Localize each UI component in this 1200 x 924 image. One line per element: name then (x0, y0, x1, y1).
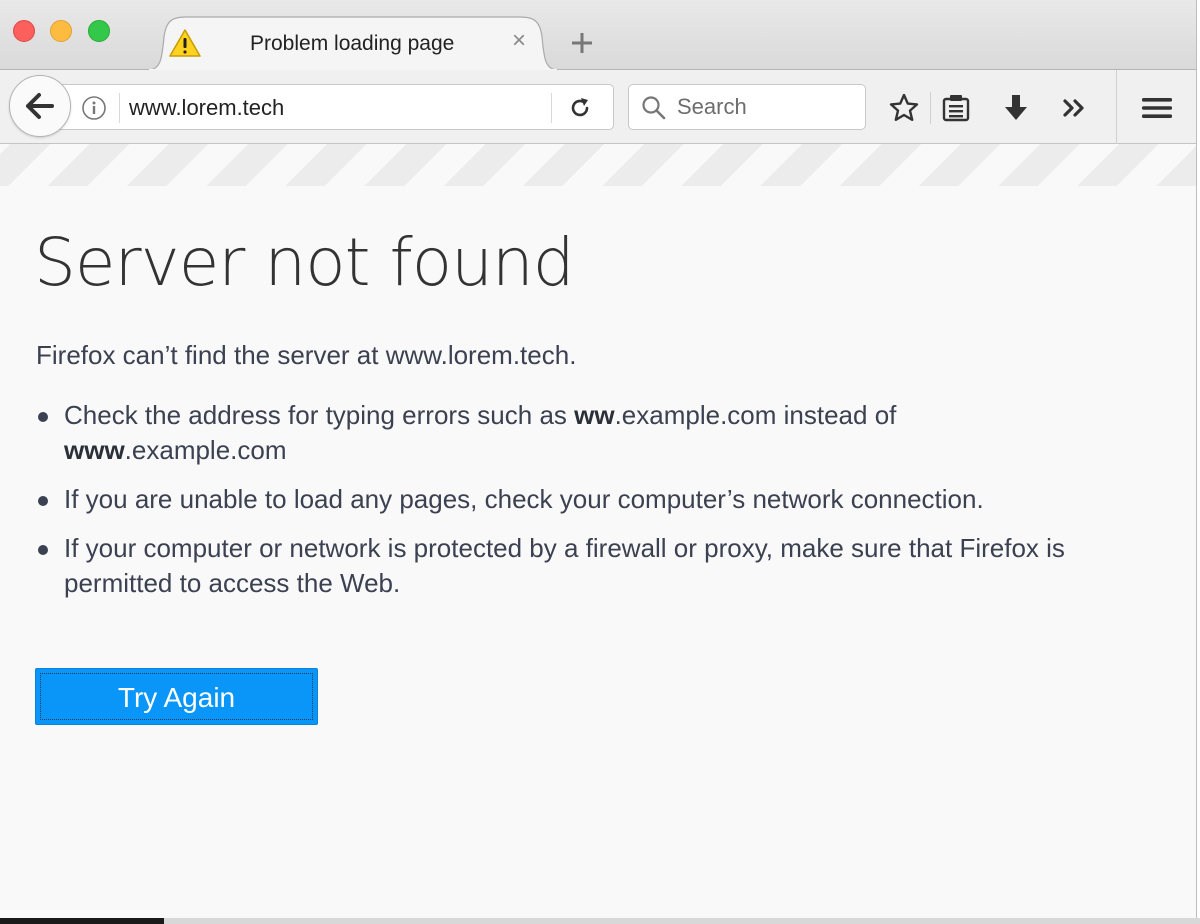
search-input[interactable] (677, 91, 857, 123)
url-bar[interactable]: www.lorem.tech (40, 84, 614, 130)
error-title: Server not found (34, 224, 575, 301)
search-icon (642, 96, 666, 120)
error-page: Server not found Firefox can’t find the … (0, 186, 1196, 918)
bullet1-post: .example.com (124, 435, 287, 465)
overflow-chevron-icon[interactable] (1060, 92, 1092, 124)
toolbar-separator (930, 92, 931, 124)
error-stripe-banner (0, 144, 1196, 186)
bullet2-text: If you are unable to load any pages, che… (64, 484, 984, 514)
info-icon[interactable] (81, 95, 107, 121)
bullet1-pre: Check the address for typing errors such… (64, 400, 575, 430)
bullet-icon (38, 412, 48, 422)
try-again-label: Try Again (117, 681, 236, 713)
window-zoom-button[interactable] (88, 20, 110, 42)
back-arrow-icon (26, 93, 54, 119)
tab-strip: Problem loading page × (0, 0, 1196, 71)
new-tab-icon[interactable] (568, 29, 596, 57)
bullet-icon (38, 545, 48, 555)
bullet1-mid: .example.com instead of (614, 400, 897, 430)
error-suggestion-list: Check the address for typing errors such… (36, 398, 1156, 615)
warning-icon (169, 29, 201, 57)
search-bar[interactable] (628, 84, 866, 130)
list-item: If you are unable to load any pages, che… (36, 482, 1156, 517)
toolbar-divider (1116, 70, 1117, 144)
try-again-button[interactable]: Try Again (35, 668, 318, 725)
download-icon[interactable] (1000, 92, 1032, 124)
tab-title: Problem loading page (250, 32, 455, 55)
reload-icon[interactable] (568, 96, 592, 120)
background-window-edge (1196, 0, 1200, 924)
tab-close-icon[interactable]: × (508, 29, 530, 53)
window-minimize-button[interactable] (50, 20, 72, 42)
reading-list-icon[interactable] (940, 92, 972, 124)
back-button[interactable] (9, 75, 71, 137)
window-close-button[interactable] (13, 20, 35, 42)
tab-active[interactable]: Problem loading page × (148, 15, 558, 71)
bullet-icon (38, 496, 48, 506)
browser-window: Problem loading page × www.lorem.tech Se… (0, 0, 1196, 918)
url-separator (551, 93, 552, 123)
nav-bar: www.lorem.tech (0, 70, 1196, 144)
list-item: Check the address for typing errors such… (36, 398, 1156, 468)
error-lead-text: Firefox can’t find the server at www.lor… (36, 340, 577, 370)
list-item: If your computer or network is protected… (36, 531, 1156, 601)
url-separator (119, 93, 120, 123)
desktop-bottom-edge (0, 918, 1200, 924)
bullet3-text: If your computer or network is protected… (64, 533, 1065, 598)
bullet1-bold2: www (64, 435, 125, 465)
bookmark-star-icon[interactable] (888, 92, 920, 124)
url-text[interactable]: www.lorem.tech (129, 95, 284, 121)
bullet1-bold1: ww (574, 400, 615, 430)
hamburger-menu-icon[interactable] (1141, 92, 1173, 124)
dock-edge (0, 918, 164, 924)
